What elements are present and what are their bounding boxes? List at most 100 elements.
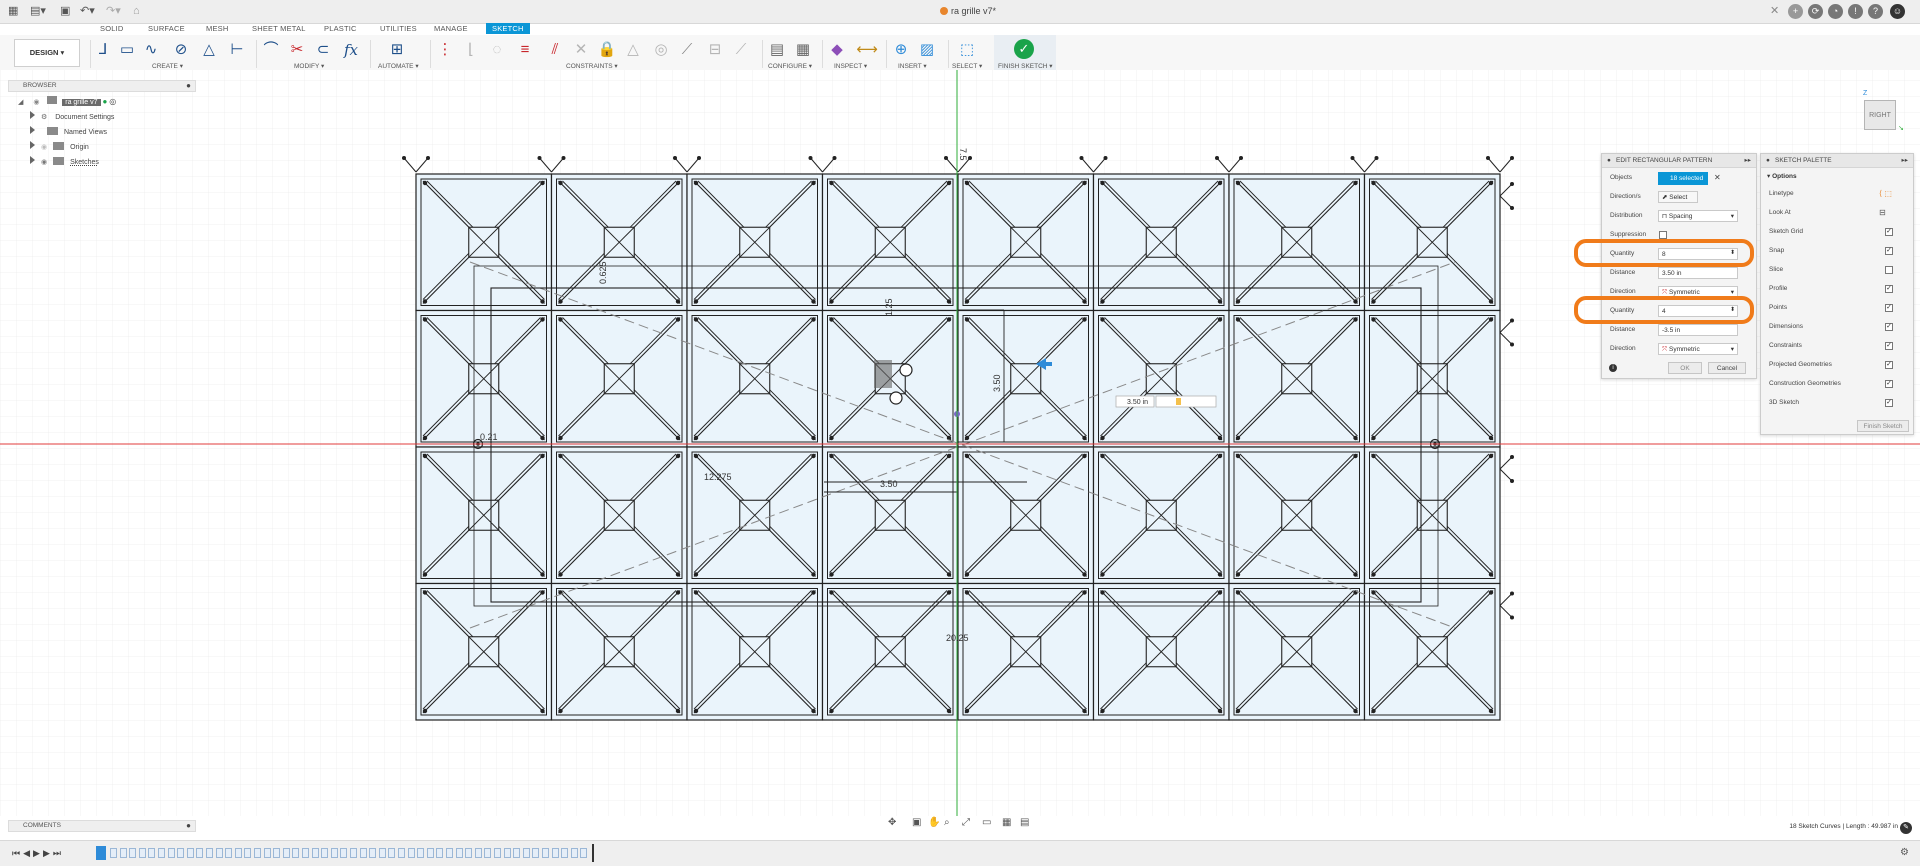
timeline-feature-icon[interactable] (551, 848, 559, 858)
info-icon[interactable]: i (1609, 364, 1617, 372)
select-icon[interactable]: ⬚ (956, 39, 978, 61)
browser-root[interactable]: ◢ ◉ ra grille v7 ● ◎ (18, 96, 116, 108)
view-cube[interactable]: Z RIGHT ↘ (1856, 90, 1904, 134)
timeline-feature-icon[interactable] (148, 848, 156, 858)
configure-icon[interactable]: ▤ (766, 39, 788, 61)
look-at-icon[interactable]: ⊟ (1879, 205, 1886, 221)
constraints-group-label[interactable]: CONSTRAINTS ▾ (566, 62, 618, 70)
timeline-feature-icon[interactable] (407, 848, 415, 858)
expand-icon[interactable] (30, 126, 35, 134)
timeline-feature-icon[interactable] (484, 848, 492, 858)
orbit-icon[interactable]: ✥ (888, 817, 896, 828)
browser-panel-header[interactable]: BROWSER ● (8, 80, 196, 92)
ok-button[interactable]: OK (1668, 362, 1702, 374)
timeline-feature-icon[interactable] (330, 848, 338, 858)
concentric-icon[interactable]: ◎ (650, 39, 672, 61)
distribution-dropdown[interactable]: ⊓ Spacing ▾ (1658, 210, 1738, 222)
timeline-feature-icon[interactable] (542, 848, 549, 858)
timeline-settings-icon[interactable]: ⚙ (1900, 847, 1909, 858)
help-icon[interactable]: ? (1868, 4, 1883, 19)
new-tab-icon[interactable]: + (1788, 4, 1803, 19)
app-grid-icon[interactable]: ▦ (8, 4, 18, 18)
timeline-feature-icon[interactable] (417, 848, 425, 858)
timeline-feature-icon[interactable] (119, 848, 127, 858)
tab-utilities[interactable]: UTILITIES (380, 24, 417, 33)
expand-icon[interactable] (30, 141, 35, 149)
timeline-feature-icon[interactable] (129, 848, 137, 858)
objects-selection-button[interactable]: 18 selected (1658, 172, 1708, 185)
image-icon[interactable]: ▨ (916, 39, 938, 61)
timeline-feature-icon[interactable] (138, 848, 146, 858)
undo-icon[interactable]: ↶▾ (80, 4, 95, 18)
fit-icon[interactable]: ⤢ (962, 817, 970, 828)
palette-option-checkbox[interactable]: ✓ (1885, 342, 1893, 350)
tab-mesh[interactable]: MESH (206, 24, 228, 33)
coincident-icon[interactable]: ⋮ (434, 39, 456, 61)
comment-bubble-icon[interactable]: ✎ (1900, 822, 1912, 834)
tab-plastic[interactable]: PLASTIC (324, 24, 357, 33)
pan-icon[interactable]: ✋ (928, 817, 940, 828)
expand-icon[interactable] (30, 156, 35, 164)
palette-option-checkbox[interactable]: ✓ (1885, 361, 1893, 369)
workspace-switcher[interactable]: DESIGN ▾ (14, 39, 80, 67)
timeline-feature-icon[interactable] (263, 848, 271, 858)
timeline-feature-icon[interactable] (302, 848, 309, 858)
palette-option-checkbox[interactable]: ✓ (1885, 380, 1893, 388)
timeline-feature-icon[interactable] (378, 848, 386, 858)
timeline-feature-icon[interactable] (186, 848, 194, 858)
automate-icon[interactable]: ⊞ (386, 39, 408, 61)
browser-item-document-settings[interactable]: ⚙ Document Settings (30, 111, 114, 123)
browser-item-named-views[interactable]: Named Views (30, 126, 107, 138)
timeline-feature-icon[interactable] (110, 848, 117, 858)
home-icon[interactable]: ⌂ (133, 4, 140, 18)
timeline-feature-icon[interactable] (513, 848, 521, 858)
clear-selection-icon[interactable]: ✕ (1714, 170, 1721, 186)
parameters-icon[interactable]: fx (340, 39, 362, 61)
timeline-feature-icon[interactable] (167, 848, 175, 858)
extensions-icon[interactable]: ⟳ (1808, 4, 1823, 19)
timeline-feature-icon[interactable] (388, 848, 396, 858)
timeline-feature-icon[interactable] (455, 848, 463, 858)
close-tab-icon[interactable]: ✕ (1770, 4, 1779, 18)
finish-sketch-button[interactable]: ✓ FINISH SKETCH ▾ (994, 35, 1056, 71)
line-tool-icon[interactable]: ⅃ (92, 39, 114, 61)
job-status-icon[interactable]: ◔ (1828, 4, 1843, 19)
palette-option-checkbox[interactable]: ✓ (1885, 228, 1893, 236)
pin-icon[interactable]: ● (186, 81, 191, 90)
file-menu-icon[interactable]: ▤▾ (30, 4, 46, 18)
timeline-feature-icon[interactable] (215, 848, 223, 858)
timeline-feature-icon[interactable] (177, 848, 185, 858)
fix-icon[interactable]: 🔒 (596, 39, 618, 61)
perpendicular-icon[interactable]: ✕ (570, 39, 592, 61)
palette-collapse-icon[interactable]: ● (1766, 154, 1770, 168)
display-settings-icon[interactable]: ▭ (982, 817, 991, 828)
select-group-label[interactable]: SELECT ▾ (952, 62, 982, 70)
notifications-icon[interactable]: ! (1848, 4, 1863, 19)
zoom-icon[interactable]: ⌕ (944, 817, 950, 828)
pin-icon[interactable]: ● (186, 821, 191, 830)
visibility-icon[interactable]: ◉ (33, 98, 42, 106)
triangle-tool-icon[interactable]: △ (198, 39, 220, 61)
trim-tool-icon[interactable]: ✂ (286, 39, 308, 61)
comments-panel-header[interactable]: COMMENTS ● (8, 820, 196, 832)
timeline-feature-icon[interactable] (350, 848, 357, 858)
timeline-feature-icon[interactable] (436, 848, 444, 858)
tab-solid[interactable]: SOLID (100, 24, 124, 33)
fillet-tool-icon[interactable]: ⌒ (260, 39, 282, 61)
smooth-icon[interactable]: ⟋ (730, 39, 752, 61)
timeline-feature-icon[interactable] (340, 848, 348, 858)
insert-group-label[interactable]: INSERT ▾ (898, 62, 927, 70)
collinear-icon[interactable]: ⌊ (460, 39, 482, 61)
modify-group-label[interactable]: MODIFY ▾ (294, 62, 324, 70)
inspect-icon[interactable]: ◆ (826, 39, 848, 61)
direction-select-button[interactable]: ⬈ Select (1658, 191, 1698, 203)
timeline-feature-icon[interactable] (474, 848, 482, 858)
palette-option-checkbox[interactable]: ✓ (1885, 399, 1893, 407)
dimension-tool-icon[interactable]: ⊢ (226, 39, 248, 61)
options-section[interactable]: ▾ Options (1767, 172, 1797, 180)
timeline-feature-icon[interactable] (244, 848, 252, 858)
palette-option-checkbox[interactable]: ✓ (1885, 304, 1893, 312)
measure-icon[interactable]: ⟷ (856, 39, 878, 61)
rectangle-tool-icon[interactable]: ▭ (116, 39, 138, 61)
timeline-feature-icon[interactable] (398, 848, 405, 858)
